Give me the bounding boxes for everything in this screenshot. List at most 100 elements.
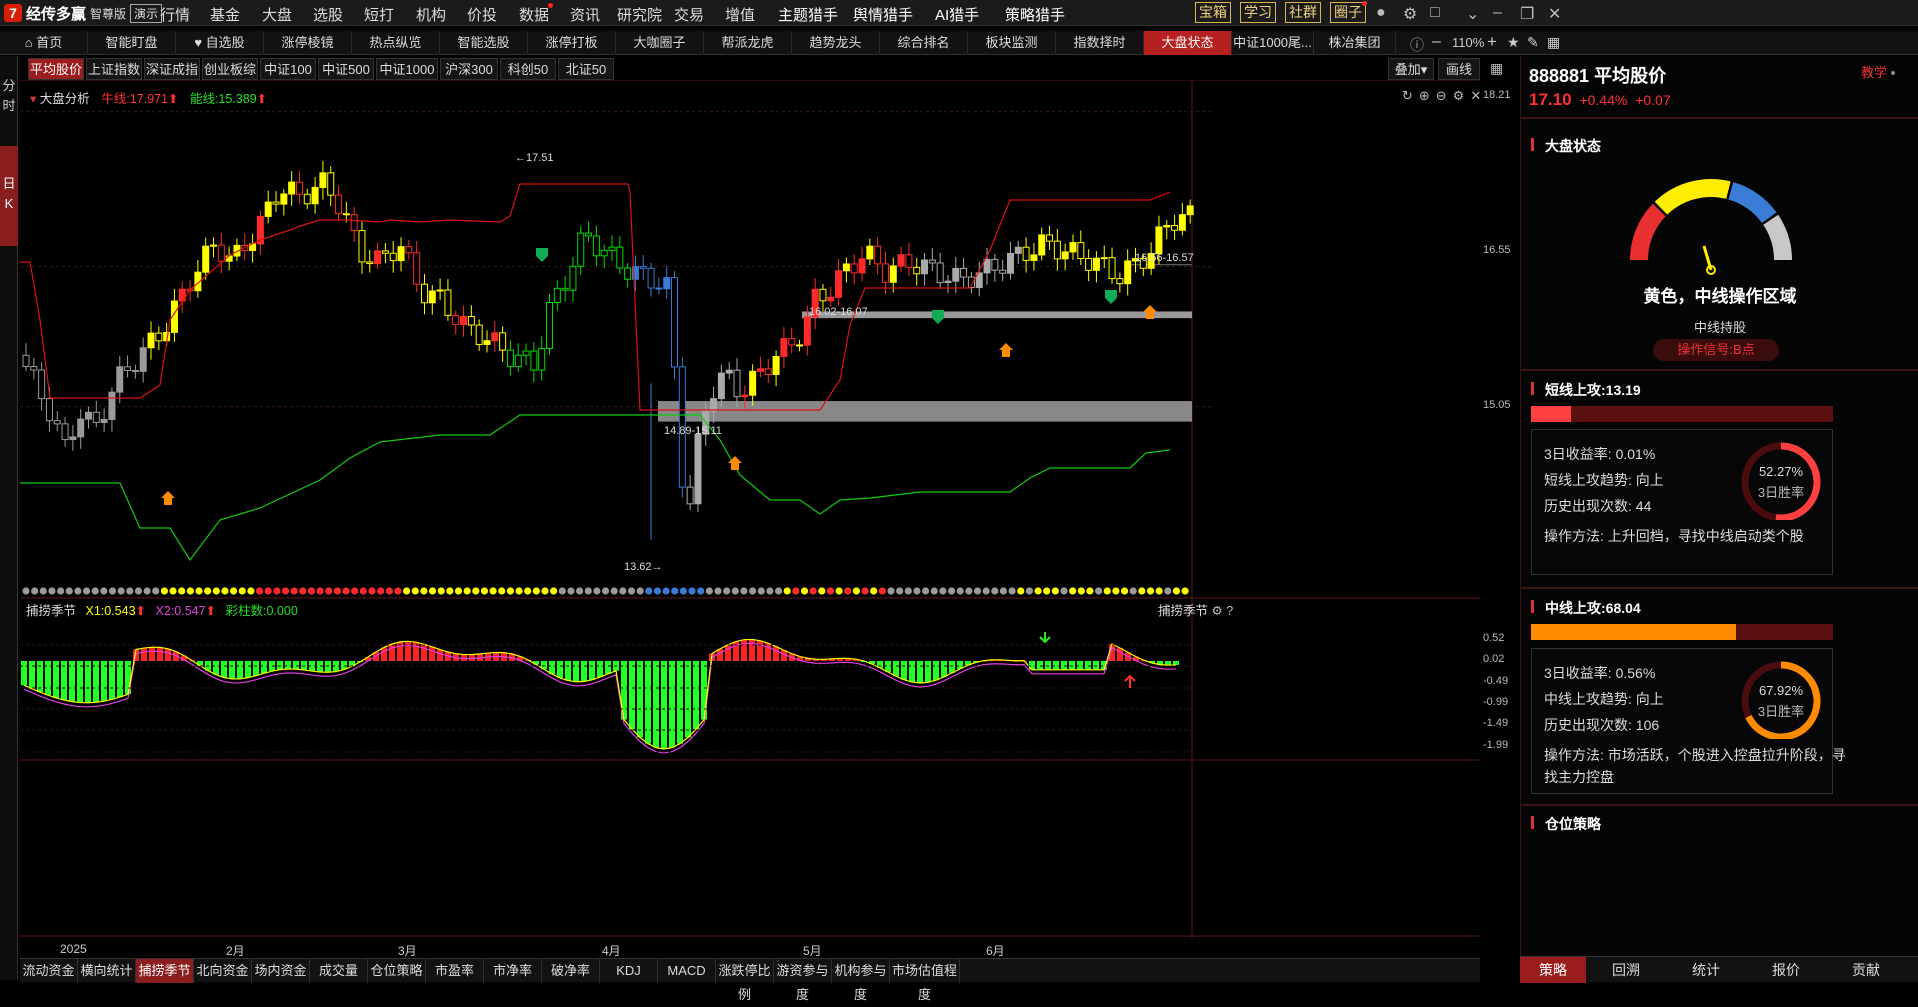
demo-badge[interactable]: 演示 [130, 3, 163, 23]
tab-watchlist[interactable]: ♥ 自选股 [176, 31, 264, 55]
tab-sector-monitor[interactable]: 板块监测 [968, 31, 1056, 55]
signal-badge[interactable]: 操作信号:B点 [1653, 339, 1779, 361]
tab-zhuye[interactable]: 株冶集团 [1314, 31, 1396, 55]
menu-strategy-hunter[interactable]: 策略猎手 [1005, 4, 1065, 25]
teach-link[interactable]: 教学 ▪ [1861, 62, 1895, 81]
menu-shuju[interactable]: 数据 [519, 4, 549, 25]
intraday-button[interactable]: 分时 [0, 76, 18, 116]
tab-home[interactable]: ⌂ 首页 [0, 31, 88, 55]
sub-indicator-legend[interactable]: 捕捞季节 X1:0.543⬆ X2:0.547⬆ 彩柱数:0.000 [26, 600, 298, 619]
tab-csi1000[interactable]: 中证1000尾... [1232, 31, 1314, 55]
tab-institution[interactable]: 机构参与度 [832, 959, 890, 1002]
state-text: 黄色，中线操作区域 [1643, 287, 1797, 306]
subtab-hs300[interactable]: 沪深300 [440, 58, 498, 80]
menu-xuangu[interactable]: 选股 [313, 4, 343, 25]
tab-smart-pick[interactable]: 智能选股 [440, 31, 528, 55]
menu-zengzhi[interactable]: 增值 [725, 4, 755, 25]
subtab-csi1000[interactable]: 中证1000 [376, 58, 438, 80]
circle-button[interactable]: 圈子 [1330, 2, 1366, 23]
layout-icon[interactable]: ▦ [1490, 60, 1503, 77]
kline-svg[interactable] [20, 80, 1480, 958]
tab-strategy[interactable]: 策略 [1520, 957, 1586, 983]
menu-dapan[interactable]: 大盘 [262, 4, 292, 25]
menu-jiaoyi[interactable]: 交易 [674, 4, 704, 25]
tab-hot-money[interactable]: 游资参与度 [774, 959, 832, 1002]
daily-k-button[interactable]: 日K [0, 146, 18, 246]
candle-body [77, 418, 85, 438]
tab-backtest[interactable]: 回溯 [1586, 957, 1666, 983]
tab-limit-up-prism[interactable]: 涨停棱镜 [264, 31, 352, 55]
minimize-icon[interactable]: – [1493, 4, 1502, 22]
menu-yanjiuyuan[interactable]: 研究院 [617, 4, 662, 25]
star-icon[interactable]: ★ [1507, 34, 1520, 51]
community-button[interactable]: 社群 [1285, 2, 1321, 23]
subtab-bz50[interactable]: 北证50 [558, 58, 614, 80]
app-logo[interactable]: 7 经传多赢 智尊版 演示 [4, 3, 163, 23]
candle-body [428, 290, 436, 304]
treasure-box-button[interactable]: 宝箱 [1195, 2, 1231, 23]
window-icon[interactable]: □ [1430, 4, 1440, 22]
kline-chart-area[interactable]: ▾ 大盘分析 牛线:17.971⬆ 能线:15.389⬆ ↻⊕⊖⚙✕ 18.21… [20, 80, 1511, 960]
tab-volume[interactable]: 成交量 [310, 959, 368, 983]
tab-trend-leader[interactable]: 趋势龙头 [792, 31, 880, 55]
menu-jijin[interactable]: 基金 [210, 4, 240, 25]
tab-position-strategy[interactable]: 仓位策略 [368, 959, 426, 983]
overlay-button[interactable]: 叠加▾ [1388, 58, 1434, 80]
zoom-in-icon[interactable]: + [1487, 32, 1497, 52]
chart-tool-icons[interactable]: ↻⊕⊖⚙✕ [1402, 88, 1487, 104]
tab-macd[interactable]: MACD [658, 959, 716, 983]
tab-kdj[interactable]: KDJ [600, 959, 658, 983]
sub-chart-title-right[interactable]: 捕捞季节 ⚙ ? [1158, 600, 1233, 619]
tab-below-book[interactable]: 破净率 [542, 959, 600, 983]
menu-hangqing[interactable]: 行情 [160, 4, 190, 25]
info-icon[interactable]: ⓘ [1410, 35, 1424, 55]
collapse-icon[interactable]: ▾ [30, 92, 36, 106]
tab-hotspot[interactable]: 热点纵览 [352, 31, 440, 55]
subtab-chinext[interactable]: 创业板综 [202, 58, 258, 80]
menu-jiatou[interactable]: 价投 [467, 4, 497, 25]
tab-limit-up-board[interactable]: 涨停打板 [528, 31, 616, 55]
subtab-star50[interactable]: 科创50 [500, 58, 556, 80]
menu-zixun[interactable]: 资讯 [570, 4, 600, 25]
tab-horizontal-stats[interactable]: 横向统计 [78, 959, 136, 983]
tab-quote[interactable]: 报价 [1746, 957, 1826, 983]
subtab-csi500[interactable]: 中证500 [318, 58, 374, 80]
menu-ai-hunter[interactable]: AI猎手 [935, 4, 979, 25]
tab-ranking[interactable]: 综合排名 [880, 31, 968, 55]
learn-button[interactable]: 学习 [1240, 2, 1276, 23]
tab-stats[interactable]: 统计 [1666, 957, 1746, 983]
menu-duanda[interactable]: 短打 [364, 4, 394, 25]
tab-smart-watch[interactable]: 智能盯盘 [88, 31, 176, 55]
tab-fishing-season[interactable]: 捕捞季节 [136, 959, 194, 983]
tab-onfloor-funds[interactable]: 场内资金 [252, 959, 310, 983]
settings-icon[interactable]: ⚙ [1403, 4, 1417, 24]
user-icon[interactable]: ● [1376, 4, 1386, 22]
pen-icon[interactable]: ✎ [1527, 34, 1539, 51]
tab-contribution[interactable]: 贡献 [1826, 957, 1906, 983]
tab-valuation[interactable]: 市场估值程度 [890, 959, 960, 1002]
subtab-sh-index[interactable]: 上证指数 [86, 58, 142, 80]
menu-jigou[interactable]: 机构 [416, 4, 446, 25]
tab-expert-circle[interactable]: 大咖圈子 [616, 31, 704, 55]
tab-northbound[interactable]: 北向资金 [194, 959, 252, 983]
zoom-out-icon[interactable]: – [1432, 33, 1441, 51]
close-icon[interactable]: ✕ [1548, 4, 1561, 24]
tab-pb[interactable]: 市净率 [484, 959, 542, 983]
tab-pe[interactable]: 市盈率 [426, 959, 484, 983]
tab-gang-dragon[interactable]: 帮派龙虎 [704, 31, 792, 55]
candle-body [725, 369, 733, 374]
draw-line-button[interactable]: 画线 [1438, 58, 1480, 80]
subtab-sz-index[interactable]: 深证成指 [144, 58, 200, 80]
tab-index-timing[interactable]: 指数择时 [1056, 31, 1144, 55]
tab-liquidity[interactable]: 流动资金 [20, 959, 78, 983]
subtab-avg-price[interactable]: 平均股价 [28, 58, 84, 80]
grid-icon[interactable]: ▦ [1547, 34, 1560, 51]
chevron-down-icon[interactable]: ⌄ [1466, 4, 1479, 24]
subtab-csi100[interactable]: 中证100 [260, 58, 316, 80]
menu-theme-hunter[interactable]: 主题猎手 [778, 4, 838, 25]
tab-limit-ratio[interactable]: 涨跌停比例 [716, 959, 774, 1002]
restore-icon[interactable]: ❐ [1520, 4, 1534, 24]
main-indicator-legend[interactable]: ▾ 大盘分析 牛线:17.971⬆ 能线:15.389⬆ [30, 88, 267, 107]
tab-market-state[interactable]: 大盘状态 [1144, 31, 1232, 55]
menu-sentiment-hunter[interactable]: 舆情猎手 [853, 4, 913, 25]
